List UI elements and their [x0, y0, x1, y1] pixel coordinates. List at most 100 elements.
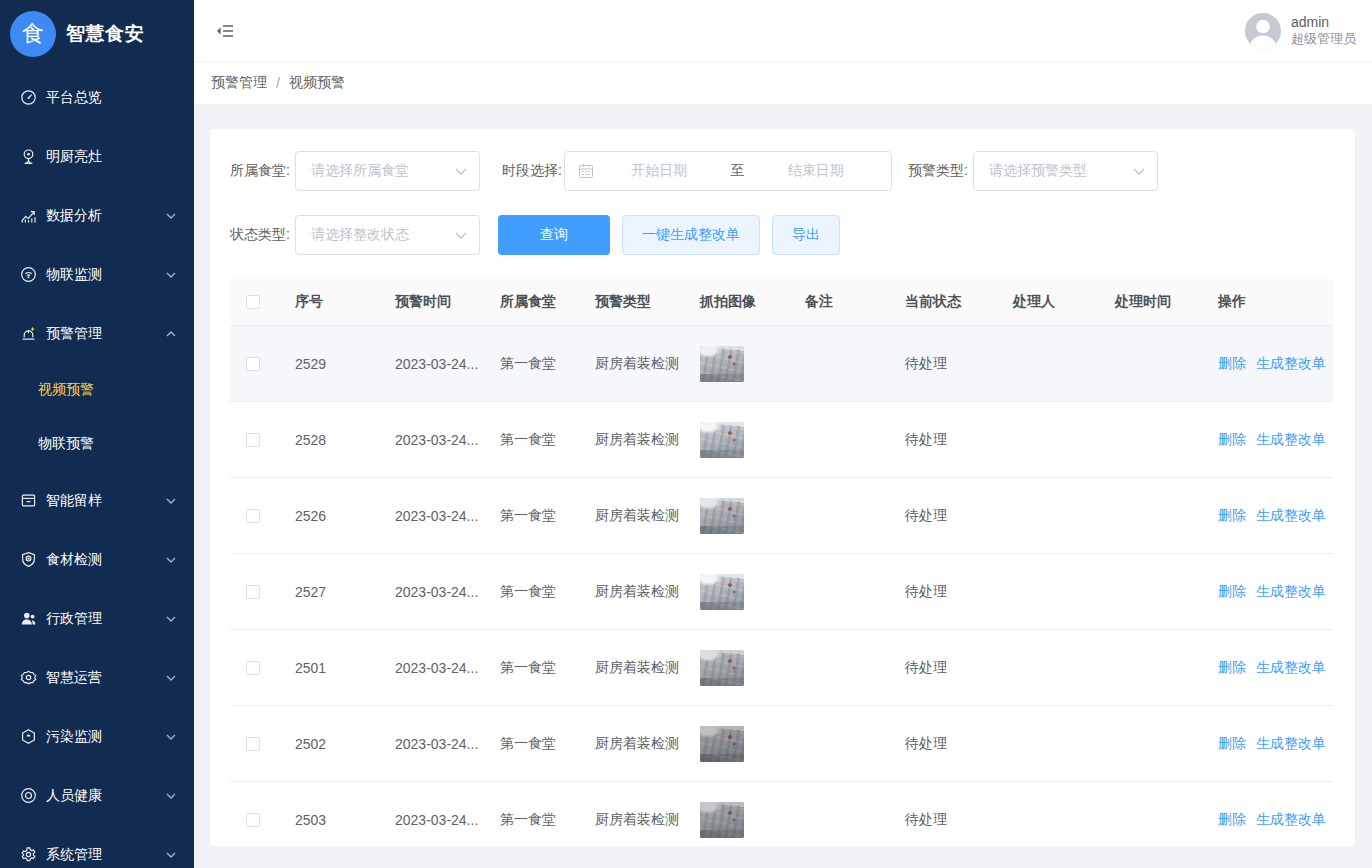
search-button[interactable]: 查询: [498, 215, 610, 255]
delete-link[interactable]: 删除: [1218, 431, 1246, 447]
cell-operations: 删除生成整改单: [1208, 811, 1333, 829]
chevron-down-icon: [166, 498, 176, 504]
chevron-down-icon: [166, 557, 176, 563]
select-all-checkbox[interactable]: [246, 295, 260, 309]
sidebar-item-10[interactable]: 人员健康: [0, 766, 194, 825]
column-header-4: 抓拍图像: [690, 293, 795, 311]
sidebar-item-label: 物联监测: [46, 266, 166, 284]
alert-type-select[interactable]: 请选择预警类型: [973, 151, 1158, 191]
cell-id: 2527: [285, 584, 385, 600]
row-checkbox[interactable]: [246, 509, 260, 523]
sidebar-item-2[interactable]: 数据分析: [0, 186, 194, 245]
snapshot-thumbnail[interactable]: [700, 726, 744, 762]
sidebar-item-label: 污染监测: [46, 728, 166, 746]
generate-rectification-link[interactable]: 生成整改单: [1256, 507, 1326, 523]
sidebar-item-1[interactable]: 明厨亮灶: [0, 127, 194, 186]
delete-link[interactable]: 删除: [1218, 811, 1246, 827]
cell-alert-time: 2023-03-24...: [385, 584, 490, 600]
snapshot-thumbnail[interactable]: [700, 574, 744, 610]
alert-type-filter-label: 预警类型:: [908, 162, 973, 180]
cell-snapshot: [690, 726, 795, 762]
row-checkbox-cell: [230, 357, 285, 371]
snapshot-thumbnail[interactable]: [700, 650, 744, 686]
sidebar-subitem-0[interactable]: 视频预警: [0, 363, 194, 417]
cell-status: 待处理: [895, 735, 1003, 753]
generate-rectification-link[interactable]: 生成整改单: [1256, 355, 1326, 371]
cell-status: 待处理: [895, 355, 1003, 373]
delete-link[interactable]: 删除: [1218, 583, 1246, 599]
cell-alert-type: 厨房着装检测: [585, 431, 690, 449]
sidebar-item-9[interactable]: 污染监测: [0, 707, 194, 766]
row-checkbox[interactable]: [246, 433, 260, 447]
sidebar-item-label: 行政管理: [46, 610, 166, 628]
topbar: admin 超级管理员: [194, 0, 1372, 62]
end-date-input[interactable]: 结束日期: [751, 162, 882, 180]
breadcrumb-section[interactable]: 预警管理: [211, 74, 267, 92]
row-checkbox-cell: [230, 813, 285, 827]
system-settings-icon: [20, 846, 37, 863]
snapshot-thumbnail[interactable]: [700, 802, 744, 838]
sidebar-item-0[interactable]: 平台总览: [0, 68, 194, 127]
filter-row-2: 状态类型: 请选择整改状态 查询 一键生成整改单 导出: [230, 215, 1335, 255]
chevron-down-icon: [455, 168, 467, 175]
snapshot-thumbnail[interactable]: [700, 498, 744, 534]
cell-alert-time: 2023-03-24...: [385, 812, 490, 828]
date-range-picker[interactable]: 开始日期 至 结束日期: [564, 151, 892, 191]
chevron-down-icon: [166, 272, 176, 278]
delete-link[interactable]: 删除: [1218, 355, 1246, 371]
generate-rectification-link[interactable]: 生成整改单: [1256, 811, 1326, 827]
start-date-input[interactable]: 开始日期: [594, 162, 725, 180]
sample-box-icon: [20, 492, 37, 509]
cell-canteen: 第一食堂: [490, 735, 585, 753]
cell-snapshot: [690, 802, 795, 838]
status-type-select[interactable]: 请选择整改状态: [295, 215, 480, 255]
sidebar-item-8[interactable]: 智慧运营: [0, 648, 194, 707]
row-checkbox[interactable]: [246, 585, 260, 599]
main-area: admin 超级管理员 预警管理 / 视频预警 所属食堂: 请选择所属食堂 时段…: [194, 0, 1372, 868]
cell-id: 2528: [285, 432, 385, 448]
admin-users-icon: [20, 610, 37, 627]
cell-alert-type: 厨房着装检测: [585, 507, 690, 525]
cell-id: 2501: [285, 660, 385, 676]
generate-rectification-link[interactable]: 生成整改单: [1256, 431, 1326, 447]
sidebar-item-3[interactable]: 物联监测: [0, 245, 194, 304]
sidebar-item-4[interactable]: 预警管理: [0, 304, 194, 363]
user-name: admin: [1291, 14, 1356, 32]
column-header-9: 操作: [1208, 293, 1333, 311]
sidebar-item-7[interactable]: 行政管理: [0, 589, 194, 648]
sidebar-item-5[interactable]: 智能留样: [0, 471, 194, 530]
cell-id: 2529: [285, 356, 385, 372]
generate-rectification-link[interactable]: 生成整改单: [1256, 659, 1326, 675]
sidebar-item-6[interactable]: 食材检测: [0, 530, 194, 589]
status-type-filter-label: 状态类型:: [230, 226, 295, 244]
table-header-row: 序号预警时间所属食堂预警类型抓拍图像备注当前状态处理人处理时间操作: [230, 279, 1333, 326]
generate-rectification-link[interactable]: 生成整改单: [1256, 583, 1326, 599]
page-content: 所属食堂: 请选择所属食堂 时段选择: 开始日期 至 结束日期 预警类型: 请选…: [194, 105, 1372, 868]
column-header-3: 预警类型: [585, 293, 690, 311]
snapshot-thumbnail[interactable]: [700, 422, 744, 458]
cell-canteen: 第一食堂: [490, 811, 585, 829]
cell-alert-time: 2023-03-24...: [385, 736, 490, 752]
export-button[interactable]: 导出: [772, 215, 840, 255]
row-checkbox[interactable]: [246, 737, 260, 751]
snapshot-thumbnail[interactable]: [700, 346, 744, 382]
row-checkbox[interactable]: [246, 813, 260, 827]
operation-icon: [20, 669, 37, 686]
row-checkbox[interactable]: [246, 661, 260, 675]
row-checkbox-cell: [230, 585, 285, 599]
row-checkbox[interactable]: [246, 357, 260, 371]
generate-rectification-button[interactable]: 一键生成整改单: [622, 215, 760, 255]
delete-link[interactable]: 删除: [1218, 659, 1246, 675]
cell-snapshot: [690, 346, 795, 382]
delete-link[interactable]: 删除: [1218, 735, 1246, 751]
canteen-select[interactable]: 请选择所属食堂: [295, 151, 480, 191]
sidebar-collapse-icon[interactable]: [216, 22, 234, 40]
delete-link[interactable]: 删除: [1218, 507, 1246, 523]
pollution-icon: [20, 728, 37, 745]
sidebar-item-11[interactable]: 系统管理: [0, 825, 194, 868]
user-menu[interactable]: admin 超级管理员: [1245, 13, 1356, 49]
breadcrumb-separator: /: [276, 75, 280, 91]
generate-rectification-link[interactable]: 生成整改单: [1256, 735, 1326, 751]
cell-snapshot: [690, 422, 795, 458]
sidebar-subitem-1[interactable]: 物联预警: [0, 417, 194, 471]
